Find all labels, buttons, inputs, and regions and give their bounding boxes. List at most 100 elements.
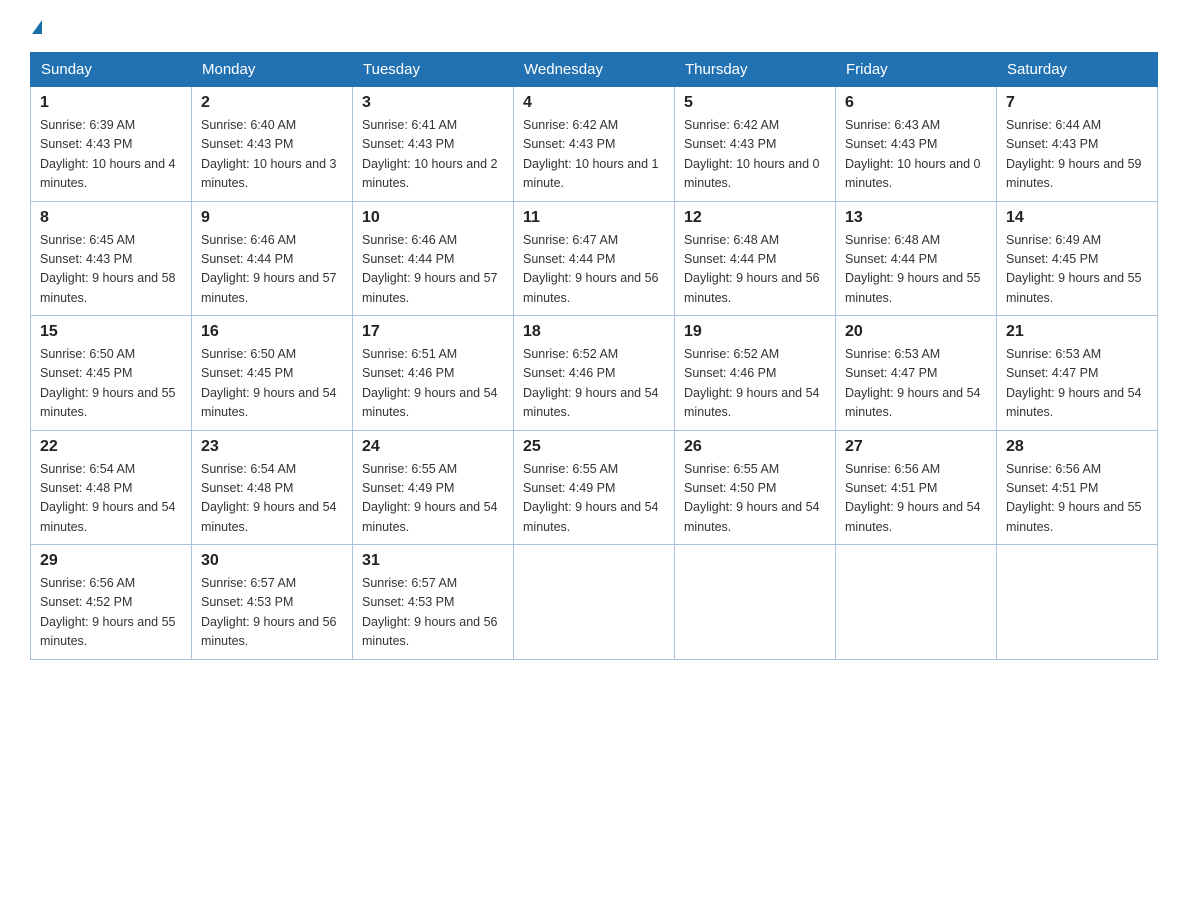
day-info: Sunrise: 6:54 AMSunset: 4:48 PMDaylight:… <box>40 462 176 534</box>
day-info: Sunrise: 6:52 AMSunset: 4:46 PMDaylight:… <box>523 347 659 419</box>
calendar-cell: 9 Sunrise: 6:46 AMSunset: 4:44 PMDayligh… <box>192 201 353 316</box>
calendar-cell: 15 Sunrise: 6:50 AMSunset: 4:45 PMDaylig… <box>31 316 192 431</box>
calendar-cell: 14 Sunrise: 6:49 AMSunset: 4:45 PMDaylig… <box>997 201 1158 316</box>
day-number: 30 <box>201 552 343 570</box>
calendar-cell: 16 Sunrise: 6:50 AMSunset: 4:45 PMDaylig… <box>192 316 353 431</box>
day-number: 27 <box>845 438 987 456</box>
calendar-cell: 18 Sunrise: 6:52 AMSunset: 4:46 PMDaylig… <box>514 316 675 431</box>
calendar-cell: 29 Sunrise: 6:56 AMSunset: 4:52 PMDaylig… <box>31 545 192 660</box>
page-header <box>30 20 1158 34</box>
day-number: 11 <box>523 209 665 227</box>
calendar-cell: 11 Sunrise: 6:47 AMSunset: 4:44 PMDaylig… <box>514 201 675 316</box>
day-number: 2 <box>201 94 343 112</box>
day-info: Sunrise: 6:50 AMSunset: 4:45 PMDaylight:… <box>201 347 337 419</box>
day-info: Sunrise: 6:51 AMSunset: 4:46 PMDaylight:… <box>362 347 498 419</box>
calendar-cell <box>836 545 997 660</box>
day-header-saturday: Saturday <box>997 53 1158 87</box>
day-header-tuesday: Tuesday <box>353 53 514 87</box>
logo <box>30 20 42 34</box>
day-number: 1 <box>40 94 182 112</box>
calendar-week-row: 22 Sunrise: 6:54 AMSunset: 4:48 PMDaylig… <box>31 430 1158 545</box>
day-info: Sunrise: 6:42 AMSunset: 4:43 PMDaylight:… <box>684 118 820 190</box>
day-number: 17 <box>362 323 504 341</box>
calendar-cell: 6 Sunrise: 6:43 AMSunset: 4:43 PMDayligh… <box>836 87 997 202</box>
calendar-cell: 5 Sunrise: 6:42 AMSunset: 4:43 PMDayligh… <box>675 87 836 202</box>
day-info: Sunrise: 6:53 AMSunset: 4:47 PMDaylight:… <box>1006 347 1142 419</box>
day-info: Sunrise: 6:55 AMSunset: 4:49 PMDaylight:… <box>523 462 659 534</box>
day-header-monday: Monday <box>192 53 353 87</box>
day-number: 13 <box>845 209 987 227</box>
day-number: 29 <box>40 552 182 570</box>
calendar-cell: 30 Sunrise: 6:57 AMSunset: 4:53 PMDaylig… <box>192 545 353 660</box>
calendar-cell: 28 Sunrise: 6:56 AMSunset: 4:51 PMDaylig… <box>997 430 1158 545</box>
calendar-cell: 25 Sunrise: 6:55 AMSunset: 4:49 PMDaylig… <box>514 430 675 545</box>
day-number: 19 <box>684 323 826 341</box>
calendar-cell: 8 Sunrise: 6:45 AMSunset: 4:43 PMDayligh… <box>31 201 192 316</box>
calendar-cell: 7 Sunrise: 6:44 AMSunset: 4:43 PMDayligh… <box>997 87 1158 202</box>
calendar-cell: 2 Sunrise: 6:40 AMSunset: 4:43 PMDayligh… <box>192 87 353 202</box>
day-info: Sunrise: 6:42 AMSunset: 4:43 PMDaylight:… <box>523 118 659 190</box>
day-header-friday: Friday <box>836 53 997 87</box>
day-info: Sunrise: 6:49 AMSunset: 4:45 PMDaylight:… <box>1006 233 1142 305</box>
calendar-cell <box>997 545 1158 660</box>
day-header-wednesday: Wednesday <box>514 53 675 87</box>
day-number: 16 <box>201 323 343 341</box>
day-info: Sunrise: 6:57 AMSunset: 4:53 PMDaylight:… <box>201 576 337 648</box>
calendar-table: SundayMondayTuesdayWednesdayThursdayFrid… <box>30 52 1158 660</box>
calendar-cell: 21 Sunrise: 6:53 AMSunset: 4:47 PMDaylig… <box>997 316 1158 431</box>
day-number: 20 <box>845 323 987 341</box>
calendar-cell: 27 Sunrise: 6:56 AMSunset: 4:51 PMDaylig… <box>836 430 997 545</box>
day-number: 12 <box>684 209 826 227</box>
day-info: Sunrise: 6:41 AMSunset: 4:43 PMDaylight:… <box>362 118 498 190</box>
day-number: 28 <box>1006 438 1148 456</box>
calendar-cell <box>514 545 675 660</box>
calendar-cell: 20 Sunrise: 6:53 AMSunset: 4:47 PMDaylig… <box>836 316 997 431</box>
day-info: Sunrise: 6:57 AMSunset: 4:53 PMDaylight:… <box>362 576 498 648</box>
calendar-cell: 22 Sunrise: 6:54 AMSunset: 4:48 PMDaylig… <box>31 430 192 545</box>
day-info: Sunrise: 6:56 AMSunset: 4:52 PMDaylight:… <box>40 576 176 648</box>
day-info: Sunrise: 6:45 AMSunset: 4:43 PMDaylight:… <box>40 233 176 305</box>
day-number: 18 <box>523 323 665 341</box>
day-number: 25 <box>523 438 665 456</box>
day-info: Sunrise: 6:48 AMSunset: 4:44 PMDaylight:… <box>845 233 981 305</box>
day-info: Sunrise: 6:53 AMSunset: 4:47 PMDaylight:… <box>845 347 981 419</box>
calendar-cell: 19 Sunrise: 6:52 AMSunset: 4:46 PMDaylig… <box>675 316 836 431</box>
calendar-cell: 23 Sunrise: 6:54 AMSunset: 4:48 PMDaylig… <box>192 430 353 545</box>
logo-triangle-icon <box>32 20 42 34</box>
day-number: 23 <box>201 438 343 456</box>
calendar-week-row: 8 Sunrise: 6:45 AMSunset: 4:43 PMDayligh… <box>31 201 1158 316</box>
day-info: Sunrise: 6:44 AMSunset: 4:43 PMDaylight:… <box>1006 118 1142 190</box>
calendar-cell: 4 Sunrise: 6:42 AMSunset: 4:43 PMDayligh… <box>514 87 675 202</box>
calendar-cell: 31 Sunrise: 6:57 AMSunset: 4:53 PMDaylig… <box>353 545 514 660</box>
day-number: 14 <box>1006 209 1148 227</box>
day-info: Sunrise: 6:56 AMSunset: 4:51 PMDaylight:… <box>1006 462 1142 534</box>
day-info: Sunrise: 6:46 AMSunset: 4:44 PMDaylight:… <box>362 233 498 305</box>
day-info: Sunrise: 6:39 AMSunset: 4:43 PMDaylight:… <box>40 118 176 190</box>
day-number: 8 <box>40 209 182 227</box>
day-info: Sunrise: 6:56 AMSunset: 4:51 PMDaylight:… <box>845 462 981 534</box>
calendar-week-row: 1 Sunrise: 6:39 AMSunset: 4:43 PMDayligh… <box>31 87 1158 202</box>
day-number: 22 <box>40 438 182 456</box>
day-number: 10 <box>362 209 504 227</box>
day-number: 3 <box>362 94 504 112</box>
day-header-sunday: Sunday <box>31 53 192 87</box>
day-number: 15 <box>40 323 182 341</box>
day-info: Sunrise: 6:46 AMSunset: 4:44 PMDaylight:… <box>201 233 337 305</box>
calendar-cell: 10 Sunrise: 6:46 AMSunset: 4:44 PMDaylig… <box>353 201 514 316</box>
day-number: 26 <box>684 438 826 456</box>
day-number: 24 <box>362 438 504 456</box>
calendar-cell: 24 Sunrise: 6:55 AMSunset: 4:49 PMDaylig… <box>353 430 514 545</box>
day-info: Sunrise: 6:54 AMSunset: 4:48 PMDaylight:… <box>201 462 337 534</box>
day-info: Sunrise: 6:52 AMSunset: 4:46 PMDaylight:… <box>684 347 820 419</box>
day-info: Sunrise: 6:47 AMSunset: 4:44 PMDaylight:… <box>523 233 659 305</box>
day-number: 7 <box>1006 94 1148 112</box>
day-number: 21 <box>1006 323 1148 341</box>
calendar-week-row: 29 Sunrise: 6:56 AMSunset: 4:52 PMDaylig… <box>31 545 1158 660</box>
calendar-cell: 1 Sunrise: 6:39 AMSunset: 4:43 PMDayligh… <box>31 87 192 202</box>
calendar-cell: 26 Sunrise: 6:55 AMSunset: 4:50 PMDaylig… <box>675 430 836 545</box>
day-number: 6 <box>845 94 987 112</box>
day-info: Sunrise: 6:50 AMSunset: 4:45 PMDaylight:… <box>40 347 176 419</box>
calendar-week-row: 15 Sunrise: 6:50 AMSunset: 4:45 PMDaylig… <box>31 316 1158 431</box>
day-info: Sunrise: 6:55 AMSunset: 4:50 PMDaylight:… <box>684 462 820 534</box>
calendar-cell: 3 Sunrise: 6:41 AMSunset: 4:43 PMDayligh… <box>353 87 514 202</box>
